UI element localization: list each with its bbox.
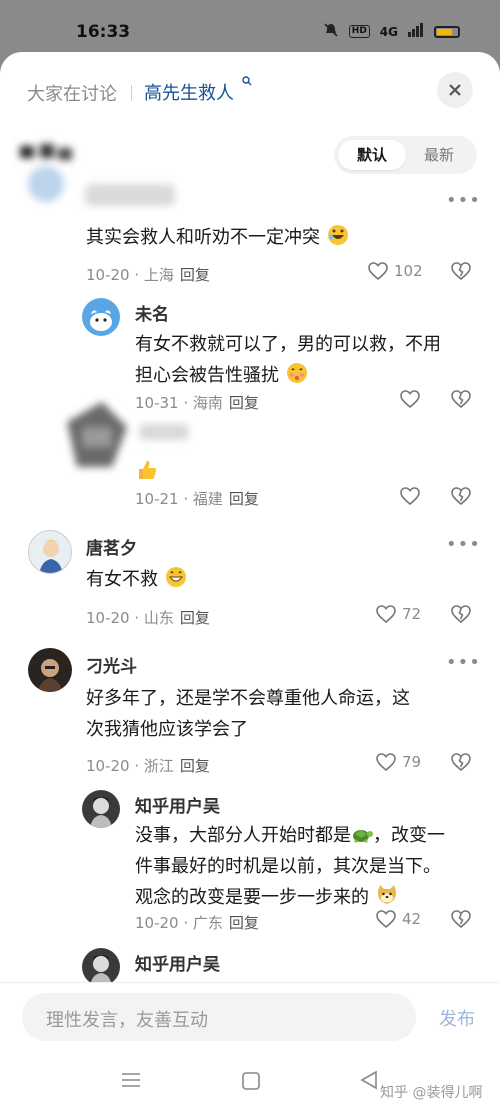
- network-label: 4G: [379, 24, 398, 39]
- heart-icon: [400, 390, 420, 409]
- avatar[interactable]: [82, 298, 120, 336]
- home-icon[interactable]: [242, 1072, 260, 1094]
- broken-heart-icon: [451, 910, 471, 929]
- input-placeholder: 理性发言，友善互动: [46, 1010, 208, 1031]
- reply-button[interactable]: 回复: [229, 490, 259, 508]
- dislike-button[interactable]: [451, 262, 471, 284]
- comment-input-bar: 理性发言，友善互动 发布: [0, 982, 500, 1053]
- avatar[interactable]: [62, 397, 132, 477]
- hd-icon: HD: [348, 25, 370, 38]
- comment-meta: 10-21 · 福建 回复: [135, 490, 259, 508]
- username[interactable]: 知乎用户吴: [135, 950, 220, 975]
- comment-meta: 10-20 · 山东 回复: [86, 609, 210, 627]
- like-button[interactable]: 102: [368, 262, 423, 280]
- dislike-button[interactable]: [451, 390, 471, 412]
- comment-content: 其实会救人和听劝不一定冲突: [86, 222, 350, 253]
- broken-heart-icon: [451, 262, 471, 281]
- header-divider: [131, 85, 132, 101]
- dislike-button[interactable]: [451, 753, 471, 775]
- status-time: 16:33: [76, 22, 131, 42]
- comment-meta: 10-31 · 海南 回复: [135, 394, 259, 412]
- dislike-button[interactable]: [451, 487, 471, 509]
- topic-link[interactable]: 高先生救人: [144, 79, 234, 105]
- username-redacted[interactable]: [135, 420, 195, 446]
- search-icon[interactable]: [242, 76, 252, 89]
- comment-meta: 10-20 · 上海 回复: [86, 266, 210, 284]
- broken-heart-icon: [451, 605, 471, 624]
- reply-button[interactable]: 回复: [229, 394, 259, 412]
- avatar[interactable]: [18, 142, 78, 202]
- like-button[interactable]: 72: [376, 605, 421, 623]
- heart-icon: [376, 605, 396, 623]
- like-button[interactable]: [400, 487, 420, 509]
- like-count: 102: [394, 262, 423, 280]
- avatar[interactable]: [28, 648, 72, 692]
- watermark: 知乎 @装得儿啊: [380, 1085, 483, 1101]
- shy-face-emoji-icon: [285, 363, 309, 386]
- comment-meta: 10-20 · 浙江 回复: [86, 757, 210, 775]
- avatar[interactable]: [82, 948, 120, 986]
- sort-toggle: 默认 最新: [334, 136, 477, 174]
- broken-heart-icon: [451, 487, 471, 506]
- back-icon[interactable]: [360, 1070, 378, 1094]
- publish-button[interactable]: 发布: [439, 1005, 475, 1031]
- like-button[interactable]: 79: [376, 753, 421, 771]
- username[interactable]: 知乎用户吴: [135, 792, 220, 817]
- mute-icon: [323, 22, 339, 41]
- dislike-button[interactable]: [451, 605, 471, 627]
- like-button[interactable]: [400, 390, 420, 412]
- username[interactable]: 未名: [135, 300, 169, 325]
- status-bar: 16:33 HD 4G: [0, 0, 500, 52]
- status-icons: HD 4G: [323, 22, 460, 41]
- heart-icon: [376, 910, 396, 928]
- like-count: 42: [402, 910, 422, 928]
- more-options-button[interactable]: •••: [446, 190, 481, 211]
- comments-sheet: 大家在讨论 高先生救人 默认 最新 ••• 其实会救人和听劝不一定冲突 10-2…: [0, 52, 500, 1111]
- turtle-emoji-icon: [351, 825, 373, 846]
- comment-content: 好多年了，还是学不会尊重他人命运，这 次我猜他应该学会了: [86, 688, 410, 740]
- avatar[interactable]: [28, 530, 72, 574]
- comment-input[interactable]: 理性发言，友善互动: [22, 993, 416, 1041]
- comment-content: 没事，大部分人开始时都是 ，改变一 件事最好的时机是以前，其次是当下。 观念的改变…: [135, 825, 445, 908]
- laughing-emoji-icon: [326, 225, 350, 248]
- sheet-header: 大家在讨论 高先生救人: [0, 52, 500, 128]
- sort-default-button[interactable]: 默认: [338, 140, 406, 170]
- heart-icon: [400, 487, 420, 506]
- reply-button[interactable]: 回复: [180, 609, 210, 627]
- broken-heart-icon: [451, 753, 471, 772]
- comment-meta: 10-20 · 广东 回复: [135, 914, 259, 932]
- avatar[interactable]: [82, 790, 120, 828]
- more-options-button[interactable]: •••: [446, 652, 481, 673]
- username[interactable]: 唐茗夕: [86, 534, 137, 559]
- heart-icon: [376, 753, 396, 771]
- like-count: 79: [402, 753, 422, 771]
- reply-button[interactable]: 回复: [180, 757, 210, 775]
- username-redacted[interactable]: [80, 176, 190, 216]
- comment-content: 有女不救就可以了，男的可以救，不用 担心会被告性骚扰: [135, 334, 441, 386]
- reply-button[interactable]: 回复: [180, 266, 210, 284]
- doge-emoji-icon: [375, 885, 399, 908]
- more-options-button[interactable]: •••: [446, 534, 481, 555]
- dislike-button[interactable]: [451, 910, 471, 932]
- reply-button[interactable]: 回复: [229, 914, 259, 932]
- broken-heart-icon: [451, 390, 471, 409]
- like-count: 72: [402, 605, 422, 623]
- like-button[interactable]: 42: [376, 910, 421, 928]
- close-button[interactable]: [437, 72, 473, 108]
- thumbs-up-emoji-icon: [135, 458, 159, 486]
- grinning-emoji-icon: [164, 567, 188, 590]
- signal-icon: [408, 23, 424, 40]
- battery-icon: [434, 25, 460, 38]
- username[interactable]: 刁光斗: [86, 652, 137, 677]
- comment-content: 有女不救: [86, 564, 188, 595]
- system-nav-bar: 知乎 @装得儿啊: [0, 1052, 500, 1111]
- sort-latest-button[interactable]: 最新: [405, 140, 473, 170]
- menu-icon[interactable]: [122, 1072, 140, 1092]
- header-title: 大家在讨论: [27, 84, 117, 105]
- heart-icon: [368, 262, 388, 280]
